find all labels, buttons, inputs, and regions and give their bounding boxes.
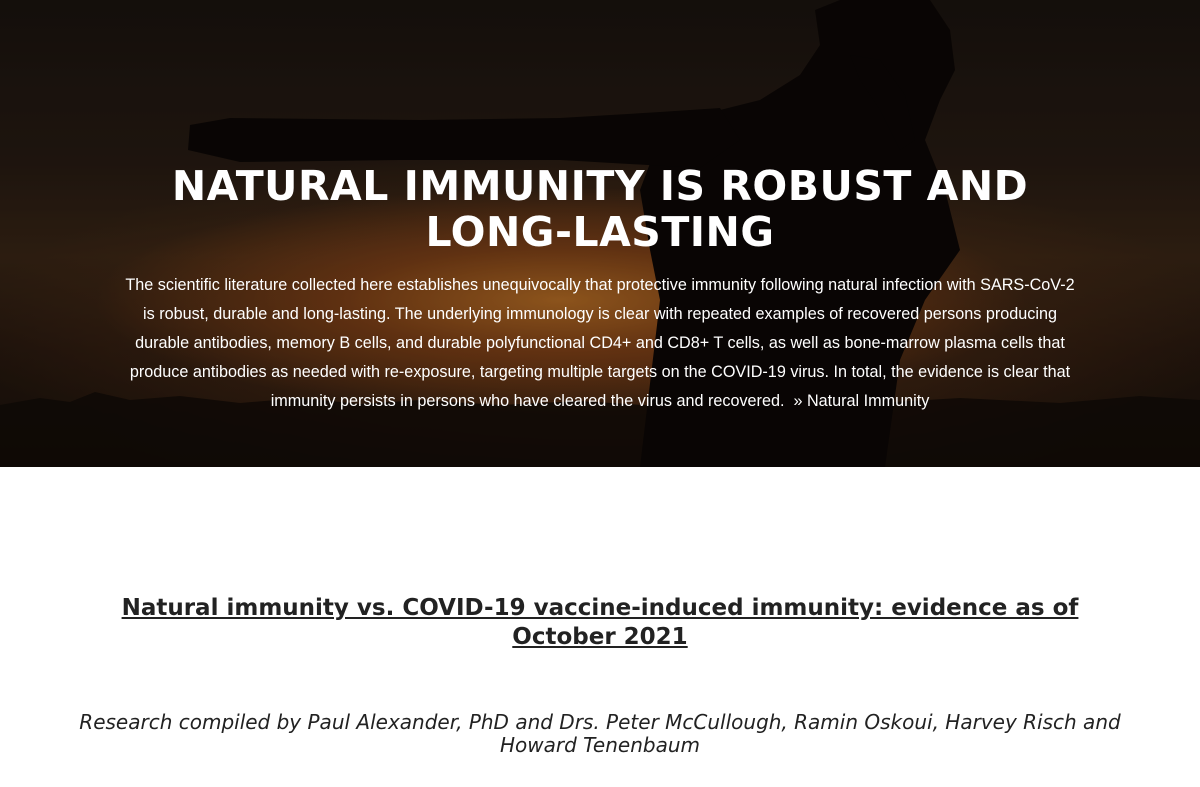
hero-description: The scientific literature collected here…: [120, 271, 1080, 416]
hero-description-text: The scientific literature collected here…: [125, 276, 1075, 410]
hero-banner: NATURAL IMMUNITY IS ROBUST AND LONG-LAST…: [0, 0, 1200, 467]
hero-title: NATURAL IMMUNITY IS ROBUST AND LONG-LAST…: [171, 162, 1029, 256]
natural-immunity-link[interactable]: » Natural Immunity: [793, 392, 929, 410]
article-byline: Research compiled by Paul Alexander, PhD…: [79, 710, 1121, 757]
article-title: Natural immunity vs. COVID-19 vaccine-in…: [121, 595, 1079, 650]
